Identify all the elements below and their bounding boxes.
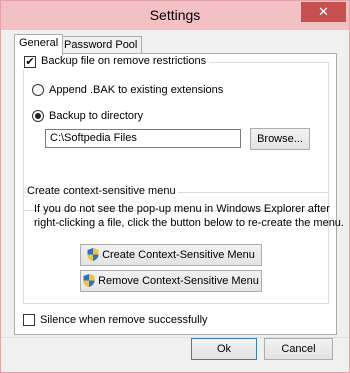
title-bar: Settings ✕ (1, 1, 349, 30)
remove-context-menu-label: Remove Context-Sensitive Menu (98, 275, 259, 287)
ok-button[interactable]: Ok (191, 338, 257, 360)
context-menu-description-line1: If you do not see the pop-up menu in Win… (34, 203, 330, 215)
window-title: Settings (149, 7, 201, 23)
backup-directory-radio[interactable] (32, 110, 44, 122)
tab-general[interactable]: General (14, 34, 64, 55)
browse-button[interactable]: Browse... (250, 128, 310, 150)
cancel-button[interactable]: Cancel (264, 338, 333, 360)
context-menu-description-line2: right-clicking a file, click the button … (34, 217, 344, 229)
backup-checkbox[interactable]: ✔ (24, 56, 36, 68)
uac-shield-icon (83, 273, 95, 287)
backup-directory-radio-label[interactable]: Backup to directory (49, 110, 143, 122)
directory-path-input[interactable]: C:\Softpedia Files (45, 129, 241, 148)
uac-shield-icon (87, 247, 99, 261)
check-icon: ✔ (25, 56, 35, 68)
silence-checkbox-label[interactable]: Silence when remove successfully (40, 314, 208, 326)
remove-context-menu-button[interactable]: Remove Context-Sensitive Menu (80, 270, 262, 292)
backup-group-header: ✔ Backup file on remove restrictions (23, 55, 209, 69)
append-bak-radio-label[interactable]: Append .BAK to existing extensions (49, 84, 223, 96)
create-context-menu-label: Create Context-Sensitive Menu (102, 249, 255, 261)
create-context-menu-button[interactable]: Create Context-Sensitive Menu (80, 244, 262, 266)
close-button[interactable]: ✕ (301, 2, 346, 22)
append-bak-radio[interactable] (32, 84, 44, 96)
general-tab-panel: ✔ Backup file on remove restrictions App… (14, 53, 344, 335)
backup-checkbox-label[interactable]: Backup file on remove restrictions (41, 55, 206, 67)
context-menu-group-title: Create context-sensitive menu (25, 185, 178, 197)
tab-password-pool[interactable]: Password Pool (59, 36, 143, 54)
silence-checkbox[interactable] (23, 314, 35, 326)
close-icon: ✕ (318, 4, 329, 19)
settings-window: Settings ✕ General Password Pool ✔ Backu… (0, 0, 350, 373)
